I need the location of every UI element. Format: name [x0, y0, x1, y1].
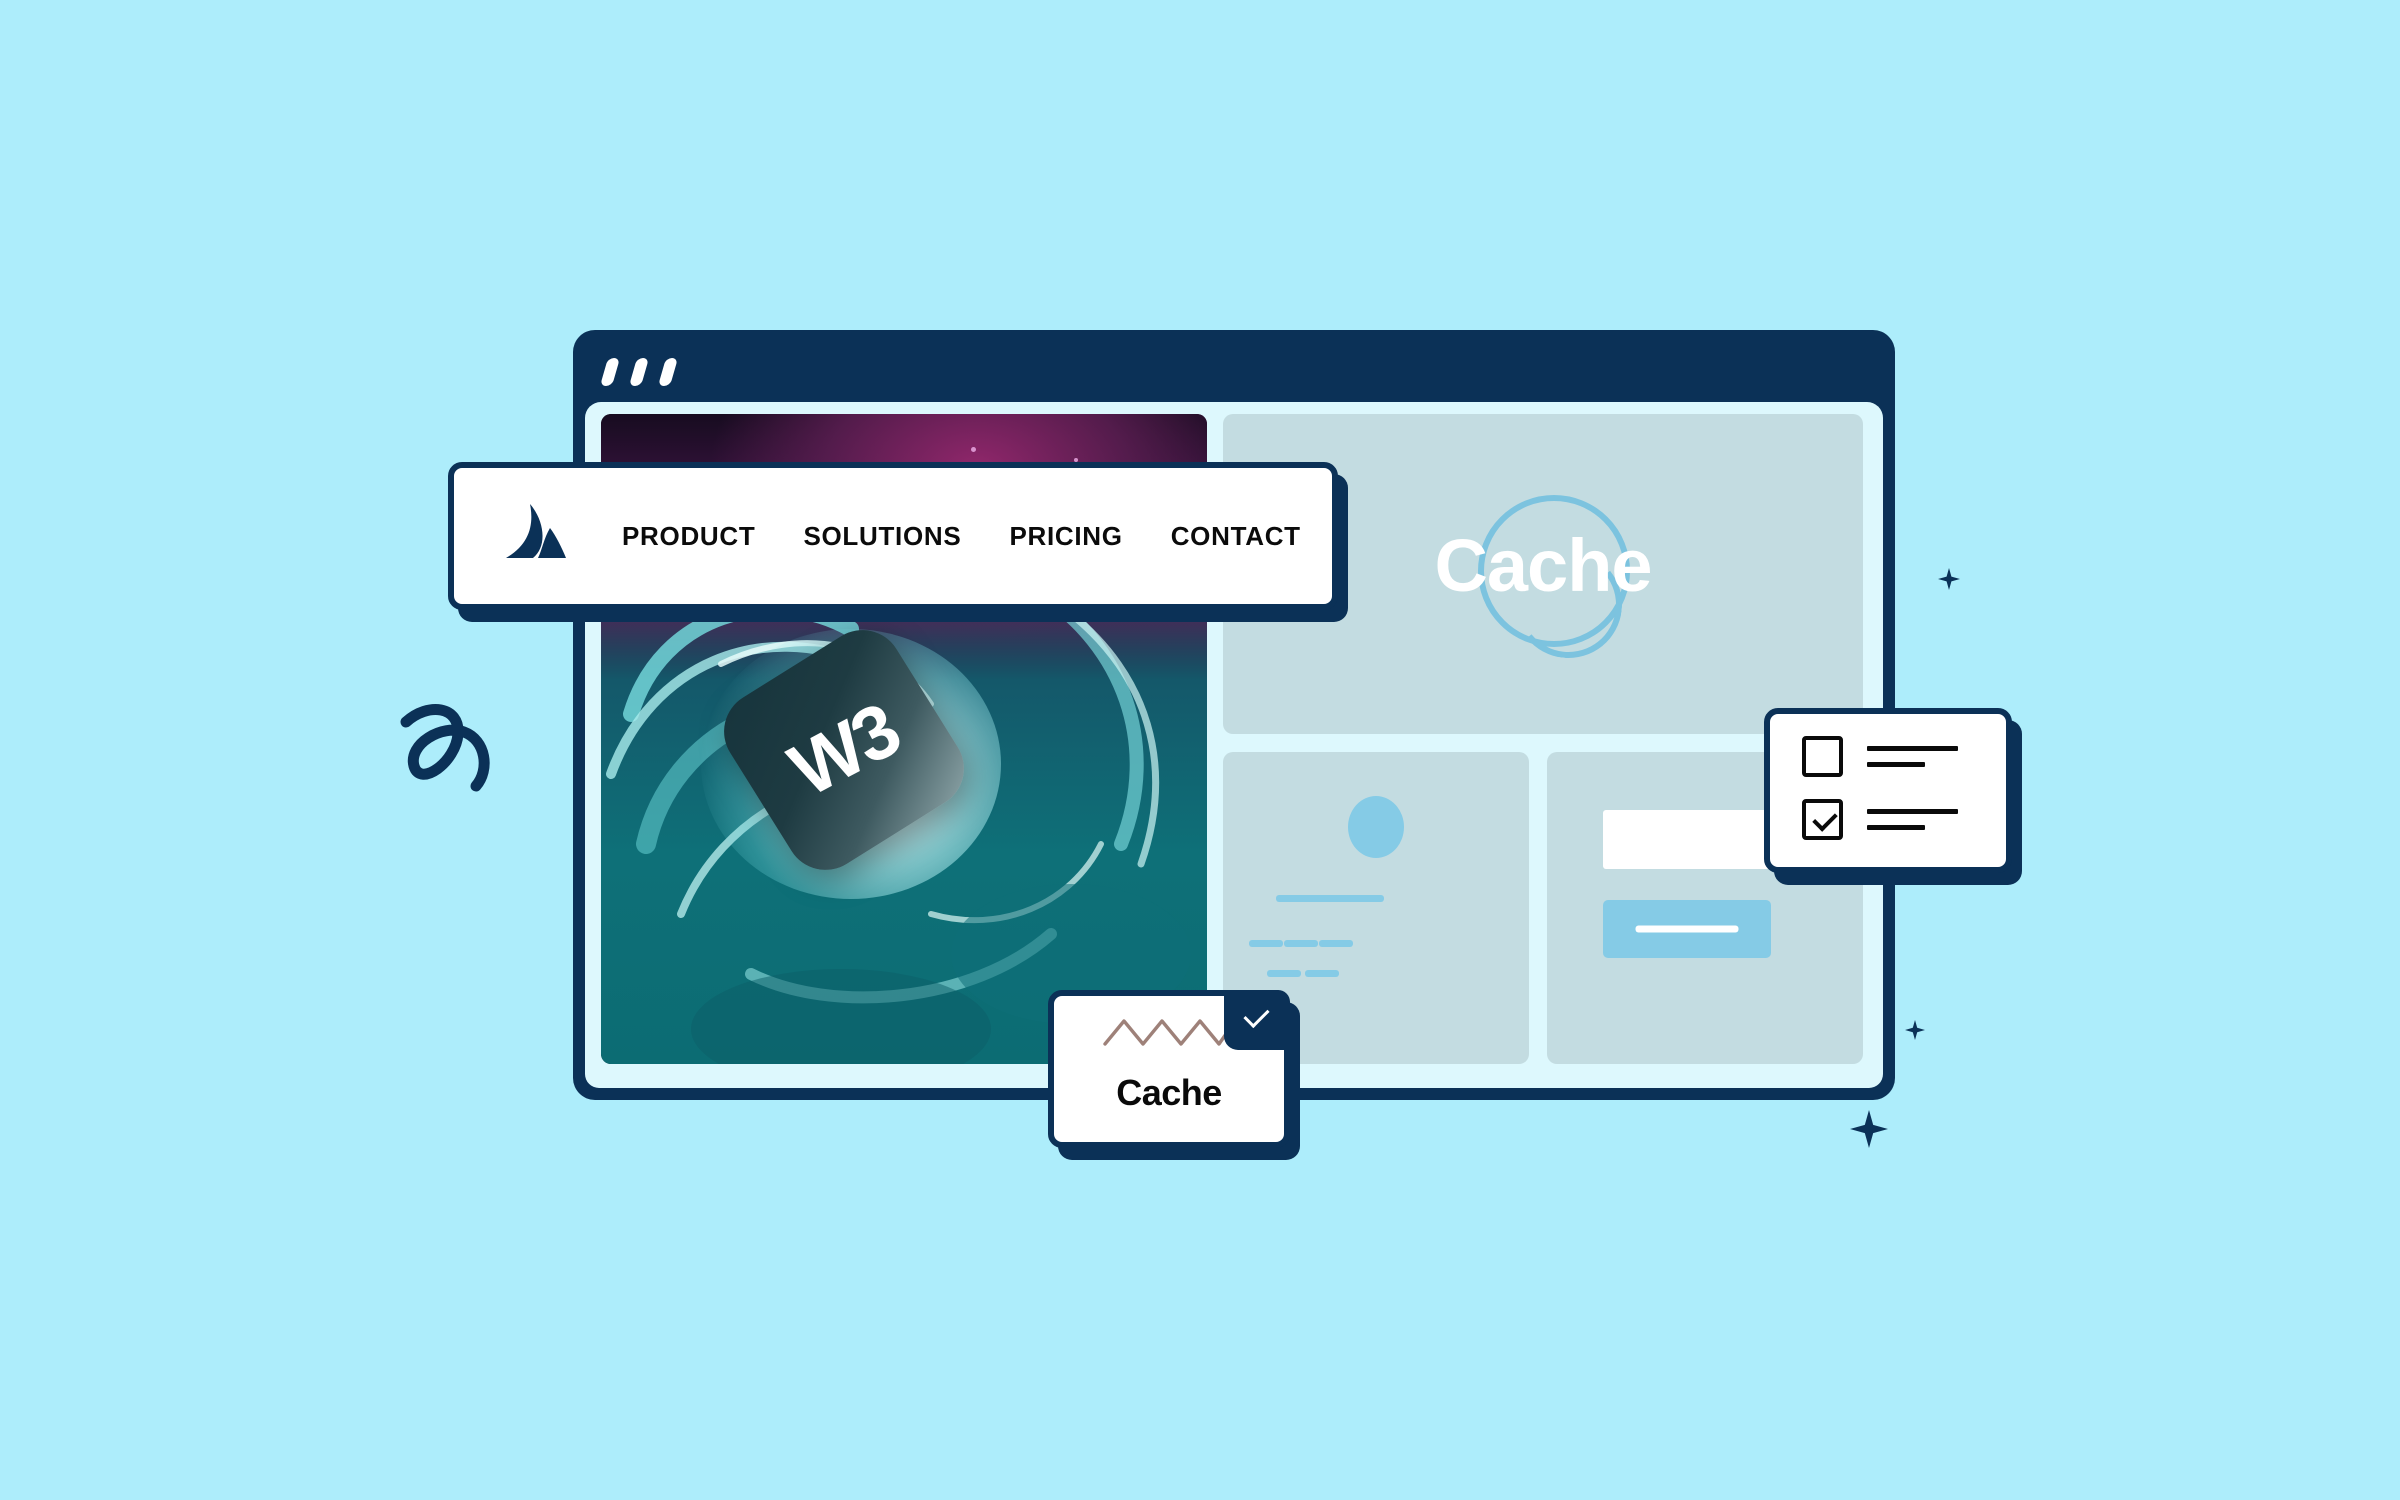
nav-link-solutions[interactable]: SOLUTIONS	[803, 521, 961, 552]
placeholder-line	[1284, 940, 1318, 947]
nav-links: PRODUCT SOLUTIONS PRICING CONTACT	[622, 521, 1301, 552]
checklist-line-long	[1867, 809, 1958, 814]
placeholder-line	[1267, 970, 1301, 977]
placeholder-line	[1319, 940, 1353, 947]
checkmark-icon	[1812, 806, 1838, 832]
submit-button-label	[1635, 925, 1739, 933]
checklist-text-lines	[1867, 746, 1958, 767]
sparkle-icon	[1938, 568, 1960, 590]
checklist-text-lines	[1867, 809, 1958, 830]
checklist-line-short	[1867, 762, 1925, 767]
placeholder-line	[1305, 970, 1339, 977]
placeholder-line	[1276, 895, 1384, 902]
nav-link-product[interactable]: PRODUCT	[622, 521, 755, 552]
sparkle-icon	[1850, 1110, 1888, 1148]
window-dot-2-icon[interactable]	[628, 358, 650, 386]
browser-window: W3 Cache	[573, 330, 1895, 1100]
cache-card-label: Cache	[1116, 1072, 1222, 1113]
checklist-card	[1764, 708, 2012, 873]
browser-titlebar	[573, 330, 1895, 402]
cache-feature-card: Cache	[1048, 990, 1290, 1148]
nav-link-pricing[interactable]: PRICING	[1009, 521, 1122, 552]
window-dot-1-icon[interactable]	[599, 358, 621, 386]
window-controls	[599, 358, 679, 386]
checklist-row[interactable]	[1802, 799, 2006, 840]
illustration-canvas: W3 Cache PRODUCT SOLUTIONS PRICING CONTA…	[0, 0, 2400, 1500]
checkbox-checked-icon[interactable]	[1802, 799, 1843, 840]
cache-wordmark: Cache	[1434, 524, 1652, 607]
placeholder-line	[1249, 940, 1283, 947]
badge-checkmark-icon	[1243, 1001, 1270, 1029]
w3-logo-label: W3	[776, 687, 912, 813]
floating-navbar: PRODUCT SOLUTIONS PRICING CONTACT	[448, 462, 1338, 610]
cache-logo: Cache	[1378, 489, 1708, 664]
zigzag-line-icon	[1103, 1016, 1235, 1053]
nav-link-contact[interactable]: CONTACT	[1171, 521, 1301, 552]
squiggle-doodle-icon	[398, 700, 508, 815]
checklist-line-short	[1867, 825, 1925, 830]
submit-button[interactable]	[1603, 900, 1771, 958]
checklist-line-long	[1867, 746, 1958, 751]
sparkle-icon	[1905, 1020, 1925, 1040]
checklist-row[interactable]	[1802, 736, 2006, 777]
brand-logo-icon[interactable]	[500, 500, 572, 572]
avatar	[1348, 796, 1404, 858]
checkbox-unchecked-icon[interactable]	[1802, 736, 1843, 777]
check-badge-icon	[1224, 990, 1290, 1050]
window-dot-3-icon[interactable]	[657, 358, 679, 386]
